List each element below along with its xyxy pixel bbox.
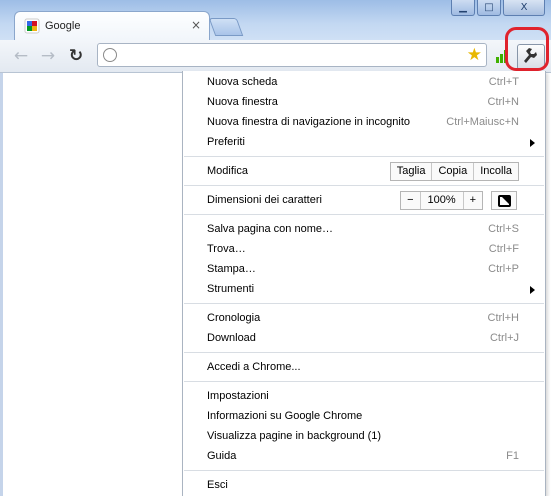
submenu-arrow-icon — [530, 139, 535, 147]
wrench-highlight-circle — [505, 27, 549, 71]
google-favicon-icon — [24, 18, 40, 34]
tab-close-icon[interactable]: × — [191, 18, 201, 32]
menu-item-label: Dimensioni dei caratteri — [207, 194, 322, 206]
minimize-button[interactable]: ▁ — [451, 0, 475, 16]
menu-item-label: Guida — [207, 450, 237, 462]
tab-title: Google — [45, 20, 81, 32]
menu-item-label: Nuova scheda — [207, 76, 278, 88]
menu-item-label: Nuova finestra di navigazione in incogni… — [207, 116, 411, 128]
window-title-bar: ▁ □ X Google × — [0, 0, 551, 40]
menu-item-settings[interactable]: Impostazioni — [183, 386, 545, 406]
menu-item-label: Nuova finestra — [207, 96, 278, 108]
menu-item-label: Download — [207, 332, 256, 344]
menu-item-shortcut: Ctrl+Maiusc+N — [446, 116, 519, 128]
zoom-control: − 100% + — [400, 191, 483, 210]
menu-item-shortcut: Ctrl+J — [489, 332, 519, 344]
menu-item-label: Strumenti — [207, 283, 255, 295]
menu-item-shortcut: Ctrl+F — [488, 243, 519, 255]
menu-item-shortcut: Ctrl+H — [487, 312, 519, 324]
address-bar[interactable]: ★ — [97, 43, 487, 67]
menu-separator — [184, 214, 544, 215]
edit-button-group: Taglia Copia Incolla — [389, 162, 519, 181]
menu-item-find[interactable]: Trova… Ctrl+F — [183, 239, 545, 259]
bookmark-star-icon[interactable]: ★ — [467, 45, 482, 65]
zoom-out-button[interactable]: − — [401, 192, 421, 209]
menu-item-new-window[interactable]: Nuova finestra Ctrl+N — [183, 92, 545, 112]
menu-item-exit[interactable]: Esci — [183, 475, 545, 495]
menu-item-background-pages[interactable]: Visualizza pagine in background (1) — [183, 426, 545, 446]
tab-google[interactable]: Google × — [14, 11, 210, 40]
submenu-arrow-icon — [530, 286, 535, 294]
reload-button[interactable]: ↻ — [66, 46, 86, 66]
menu-item-about[interactable]: Informazioni su Google Chrome — [183, 406, 545, 426]
menu-item-edit: Modifica Taglia Copia Incolla — [183, 161, 545, 181]
menu-item-help[interactable]: Guida F1 — [183, 446, 545, 466]
menu-item-print[interactable]: Stampa… Ctrl+P — [183, 259, 545, 279]
menu-separator — [184, 185, 544, 186]
menu-item-label: Informazioni su Google Chrome — [207, 410, 363, 422]
menu-item-label: Salva pagina con nome… — [207, 223, 333, 235]
menu-item-tools[interactable]: Strumenti — [183, 279, 545, 299]
fullscreen-icon — [498, 195, 511, 207]
menu-item-label: Preferiti — [207, 136, 245, 148]
menu-item-save-page[interactable]: Salva pagina con nome… Ctrl+S — [183, 219, 545, 239]
menu-item-signin[interactable]: Accedi a Chrome... — [183, 357, 545, 377]
menu-item-shortcut: Ctrl+S — [488, 223, 519, 235]
toolbar: ← → ↻ ★ — [0, 40, 551, 73]
window-left-border — [0, 73, 3, 496]
menu-item-zoom: Dimensioni dei caratteri − 100% + — [183, 190, 545, 210]
menu-item-label: Trova… — [207, 243, 246, 255]
menu-separator — [184, 352, 544, 353]
globe-icon — [103, 48, 117, 62]
close-window-button[interactable]: X — [503, 0, 545, 16]
menu-item-label: Accedi a Chrome... — [207, 361, 301, 373]
menu-item-label: Esci — [207, 479, 228, 491]
chrome-wrench-menu: Nuova scheda Ctrl+T Nuova finestra Ctrl+… — [182, 71, 546, 496]
fullscreen-button[interactable] — [491, 191, 517, 210]
menu-item-label: Impostazioni — [207, 390, 269, 402]
menu-item-label: Stampa… — [207, 263, 256, 275]
forward-button[interactable]: → — [38, 46, 58, 66]
menu-item-downloads[interactable]: Download Ctrl+J — [183, 328, 545, 348]
menu-item-label: Cronologia — [207, 312, 261, 324]
menu-item-bookmarks[interactable]: Preferiti — [183, 132, 545, 152]
back-button[interactable]: ← — [11, 46, 31, 66]
menu-item-history[interactable]: Cronologia Ctrl+H — [183, 308, 545, 328]
menu-item-label: Visualizza pagine in background (1) — [207, 430, 382, 442]
menu-separator — [184, 381, 544, 382]
new-tab-button[interactable] — [208, 18, 244, 36]
paste-button[interactable]: Incolla — [474, 163, 518, 180]
menu-separator — [184, 303, 544, 304]
menu-item-shortcut: Ctrl+N — [487, 96, 519, 108]
menu-item-shortcut: Ctrl+T — [488, 76, 519, 88]
menu-item-shortcut: Ctrl+P — [488, 263, 519, 275]
zoom-level: 100% — [421, 192, 464, 209]
menu-item-label: Modifica — [207, 165, 248, 177]
maximize-button[interactable]: □ — [477, 0, 501, 16]
menu-item-incognito[interactable]: Nuova finestra di navigazione in incogni… — [183, 112, 545, 132]
menu-separator — [184, 470, 544, 471]
cut-button[interactable]: Taglia — [391, 163, 433, 180]
copy-button[interactable]: Copia — [432, 163, 475, 180]
window-controls: ▁ □ X — [451, 0, 545, 16]
zoom-in-button[interactable]: + — [464, 192, 482, 209]
menu-item-new-tab[interactable]: Nuova scheda Ctrl+T — [183, 72, 545, 92]
menu-separator — [184, 156, 544, 157]
menu-item-shortcut: F1 — [506, 450, 519, 462]
